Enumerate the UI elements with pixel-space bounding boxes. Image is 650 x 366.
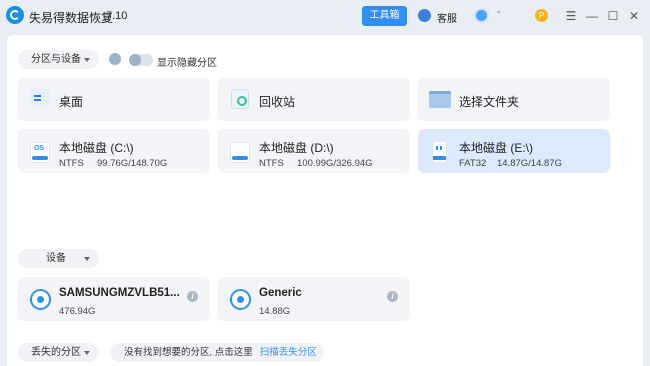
device-title: Generic: [259, 287, 302, 299]
disk-icon: [30, 289, 51, 310]
chevron-down-icon: [84, 58, 90, 62]
drive-title: 本地磁盘 (C:\): [59, 141, 134, 155]
chevron-down-icon: [84, 351, 90, 355]
user-avatar-icon[interactable]: [474, 8, 489, 23]
quick-card-desktop[interactable]: 桌面: [18, 78, 210, 121]
drive-card-d[interactable]: 本地磁盘 (D:\) NTFS 100.99G/326.94G: [218, 129, 410, 173]
disk-icon: [230, 289, 251, 310]
drive-icon: [230, 142, 250, 163]
show-hidden-label: 显示隐藏分区: [157, 58, 217, 69]
drive-usage: 100.99G/326.94G: [297, 158, 373, 169]
lost-partitions-tip: 没有找到想要的分区, 点击这里 扫描丢失分区: [110, 343, 324, 362]
drive-card-c[interactable]: OS 本地磁盘 (C:\) NTFS 99.76G/148.70G: [18, 129, 210, 173]
drive-filesystem: FAT32: [459, 158, 487, 169]
device-size: 14.88G: [259, 306, 291, 317]
devices-dropdown[interactable]: 设备: [18, 249, 99, 268]
quick-card-recycle-bin[interactable]: 回收站: [218, 78, 410, 121]
device-card-samsung[interactable]: SAMSUNGMZVLB51... 476.94G i: [18, 277, 210, 321]
drive-filesystem: NTFS: [59, 158, 84, 169]
app-version: 7.10: [106, 10, 128, 22]
support-icon[interactable]: [418, 9, 431, 22]
app-name: 失易得数据恢复: [29, 11, 114, 25]
refresh-icon[interactable]: [109, 53, 121, 65]
partitions-dropdown[interactable]: 分区与设备: [18, 50, 99, 69]
support-label[interactable]: 客服: [437, 10, 457, 25]
devices-label: 设备: [46, 253, 66, 264]
close-icon[interactable]: ✕: [626, 8, 642, 24]
drive-filesystem: NTFS: [259, 158, 284, 169]
chevron-down-icon: [84, 257, 90, 261]
info-icon[interactable]: i: [387, 291, 398, 302]
toolbox-button[interactable]: 工具箱: [362, 6, 407, 26]
info-icon[interactable]: i: [187, 291, 198, 302]
minimize-icon[interactable]: —: [584, 8, 600, 24]
scan-lost-partitions-link[interactable]: 扫描丢失分区: [260, 347, 317, 358]
device-card-generic[interactable]: Generic 14.88G i: [218, 277, 410, 321]
device-title: SAMSUNGMZVLB51...: [59, 287, 180, 299]
vip-coin-icon[interactable]: P: [535, 9, 548, 22]
maximize-icon[interactable]: ☐: [605, 8, 621, 24]
device-size: 476.94G: [59, 306, 96, 317]
quick-card-select-folder[interactable]: 选择文件夹: [418, 78, 610, 121]
drive-usage: 14.87G/14.87G: [497, 158, 562, 169]
app-logo-icon: [6, 6, 24, 24]
show-hidden-toggle[interactable]: [129, 54, 153, 66]
lost-partitions-dropdown[interactable]: 丢失的分区: [18, 343, 99, 362]
usb-drive-icon: [432, 141, 447, 163]
drive-title: 本地磁盘 (D:\): [259, 141, 334, 155]
quick-card-title: 回收站: [259, 95, 296, 109]
system-drive-icon: OS: [30, 142, 50, 163]
quick-card-title: 选择文件夹: [459, 95, 520, 109]
drive-usage: 99.76G/148.70G: [97, 158, 168, 169]
recycle-bin-icon: [231, 89, 249, 109]
drive-card-e[interactable]: 本地磁盘 (E:\) FAT32 14.87G/14.87G: [418, 129, 610, 173]
title-bar: 失易得数据恢复 7.10 工具箱 客服 - P ☰ — ☐ ✕: [0, 0, 650, 34]
folder-icon: [429, 91, 451, 108]
drive-title: 本地磁盘 (E:\): [459, 141, 533, 155]
desktop-icon: [30, 89, 50, 107]
lost-partitions-label: 丢失的分区: [31, 347, 81, 358]
quick-card-title: 桌面: [59, 95, 84, 109]
partitions-label: 分区与设备: [31, 54, 81, 65]
menu-icon[interactable]: ☰: [563, 8, 579, 24]
lost-tip-text: 没有找到想要的分区, 点击这里: [124, 347, 253, 358]
user-name[interactable]: -: [497, 7, 500, 18]
